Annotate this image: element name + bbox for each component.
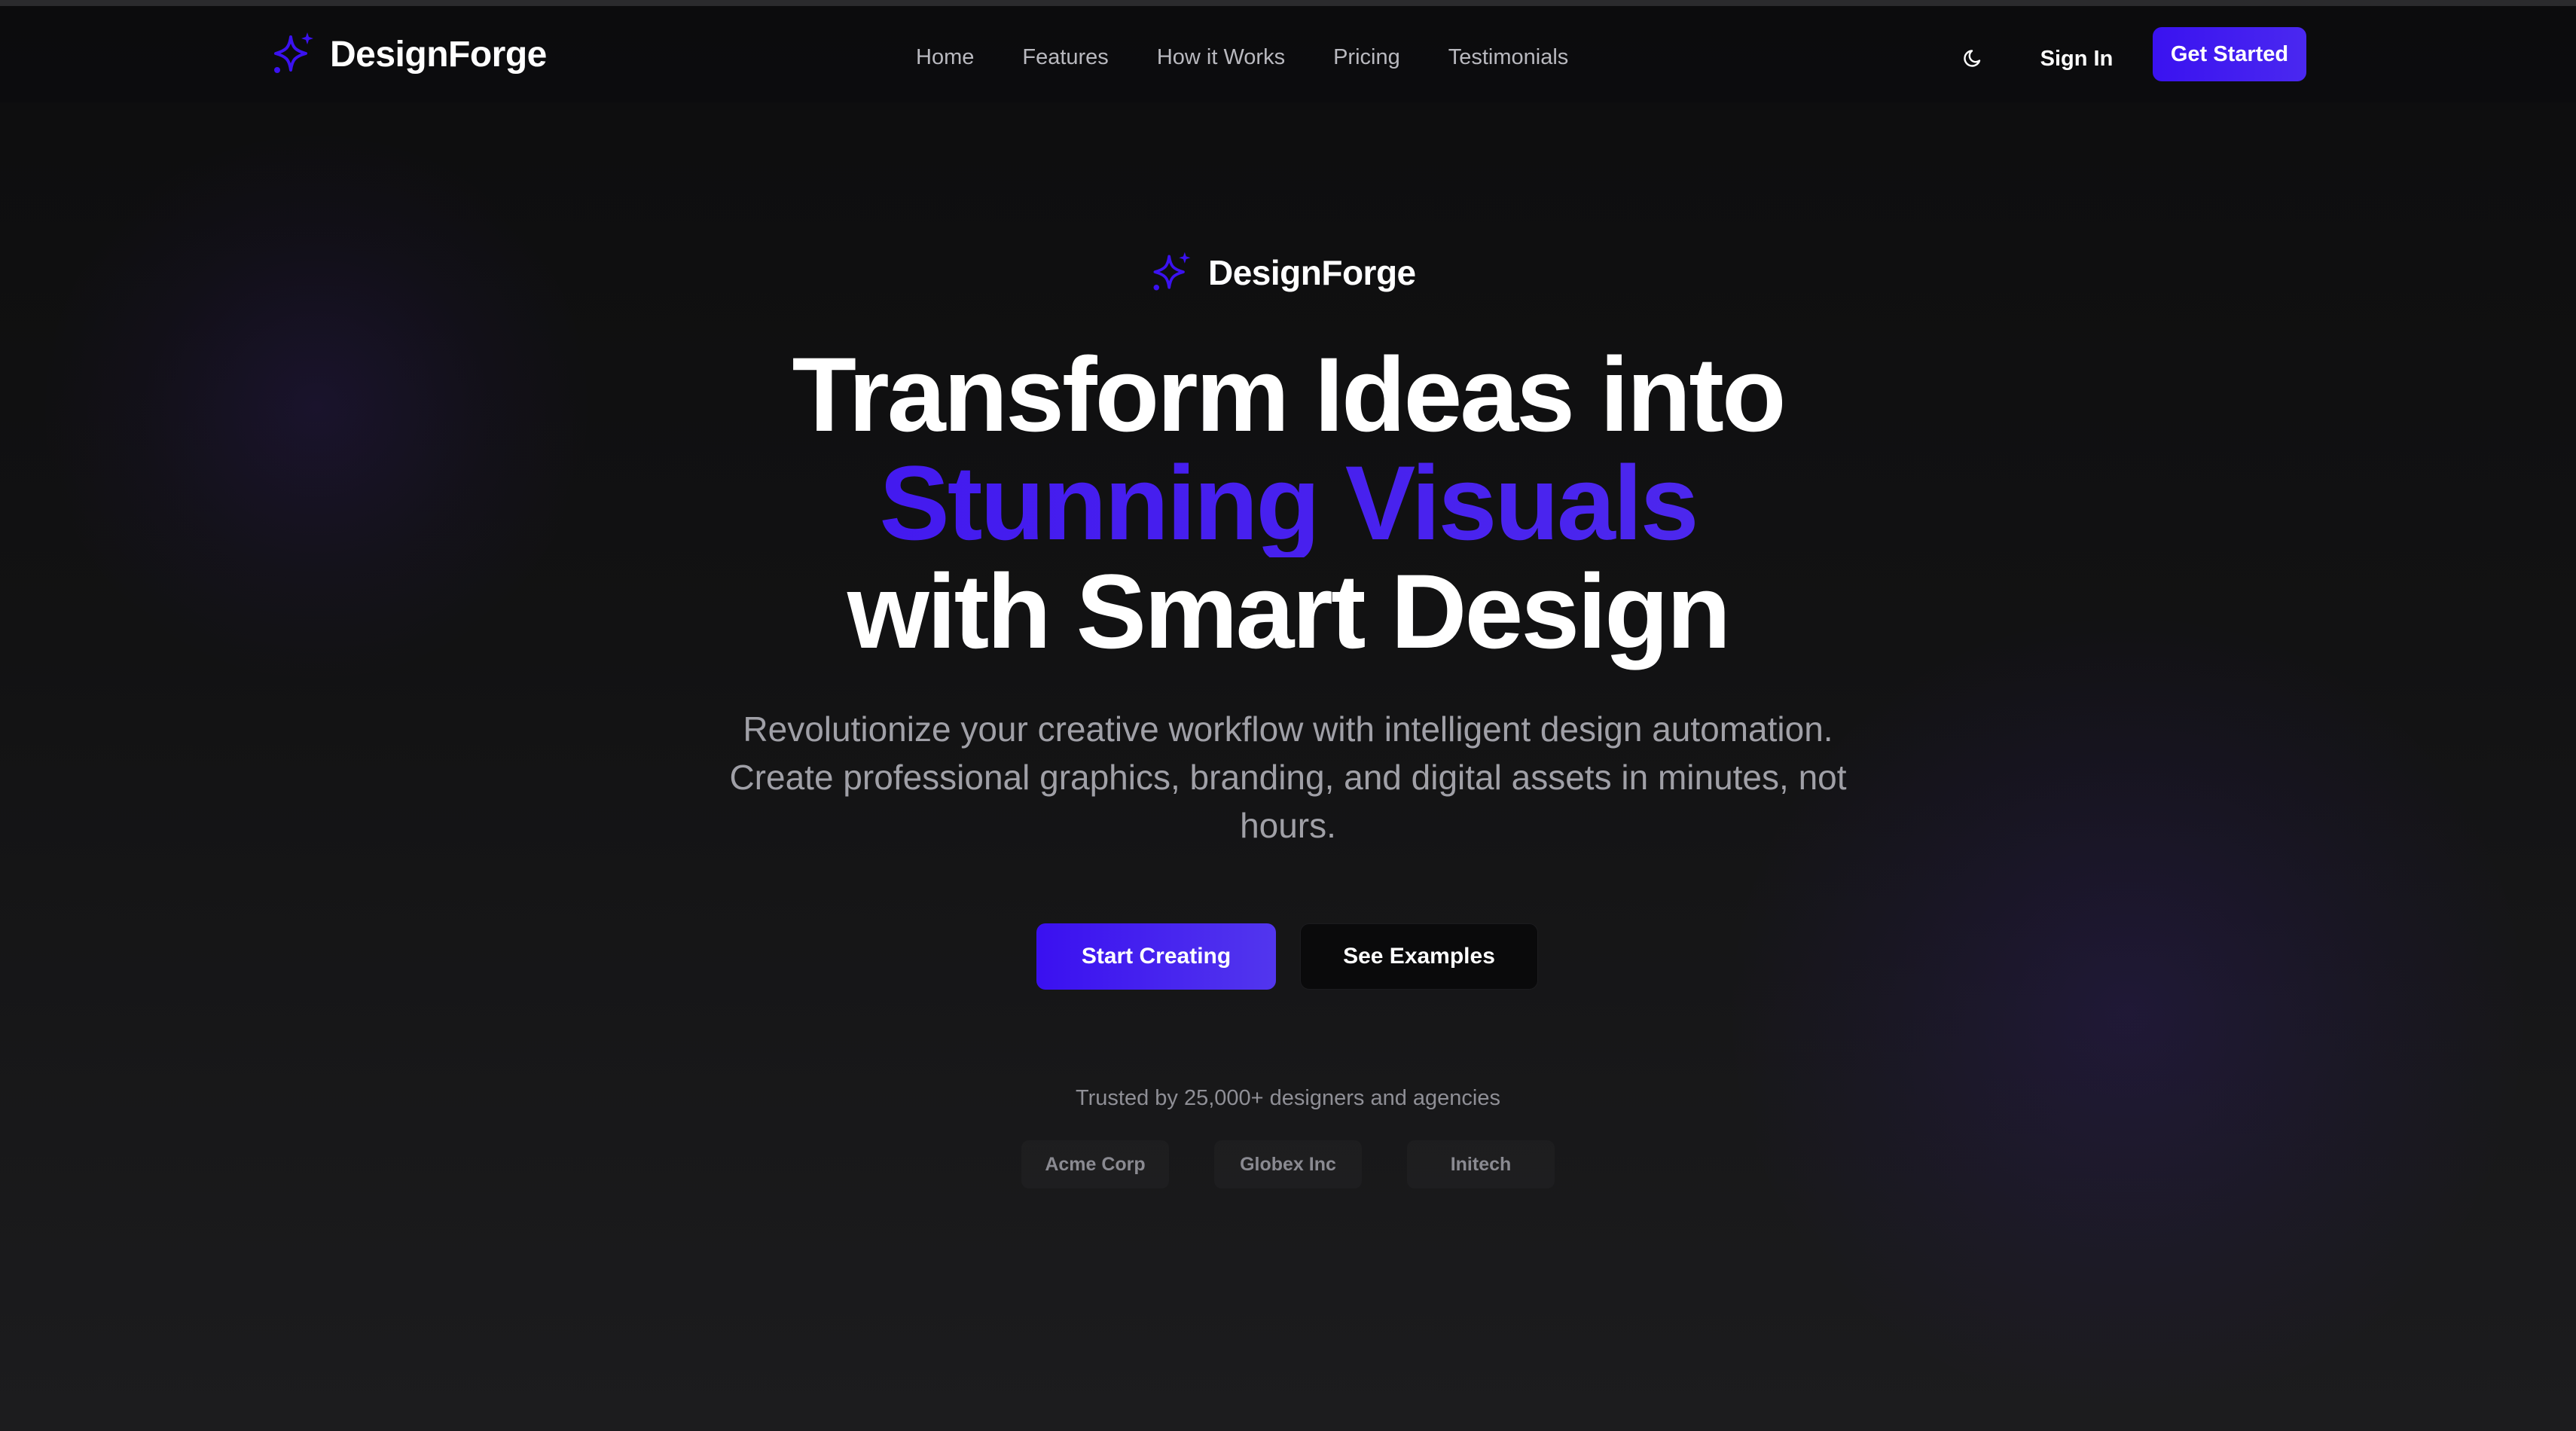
nav-link-how-it-works[interactable]: How it Works xyxy=(1157,45,1285,70)
navbar: DesignForge Home Features How it Works P… xyxy=(0,6,2576,102)
sparkle-icon xyxy=(1153,252,1191,291)
nav-link-home[interactable]: Home xyxy=(916,45,974,70)
hero-brand: DesignForge xyxy=(1148,247,1416,298)
brand-name: DesignForge xyxy=(330,34,547,75)
hero-headline: Transform Ideas into Stunning Visuals wi… xyxy=(0,340,2576,666)
nav-link-testimonials[interactable]: Testimonials xyxy=(1448,45,1569,70)
trusted-by-text: Trusted by 25,000+ designers and agencie… xyxy=(1076,1086,1500,1110)
nav-link-pricing[interactable]: Pricing xyxy=(1333,45,1400,70)
client-logo-initech: Initech xyxy=(1407,1140,1555,1188)
client-logo-acme-corp: Acme Corp xyxy=(1021,1140,1169,1188)
theme-toggle-button[interactable] xyxy=(1955,39,1993,77)
get-started-button[interactable]: Get Started xyxy=(2153,27,2306,81)
start-creating-button[interactable]: Start Creating xyxy=(1036,923,1276,990)
client-logo-globex-inc: Globex Inc xyxy=(1214,1140,1362,1188)
headline-line-1: Transform Ideas into xyxy=(792,335,1787,453)
headline-accent: Stunning Visuals xyxy=(0,449,2576,557)
sign-in-button[interactable]: Sign In xyxy=(2026,30,2127,87)
moon-icon xyxy=(1964,50,1981,67)
hero-brand-name: DesignForge xyxy=(1208,253,1416,292)
window-top-border xyxy=(0,0,2576,6)
landing-page: DesignForge Home Features How it Works P… xyxy=(0,0,2576,1431)
hero-subtext: Revolutionize your creative workflow wit… xyxy=(729,709,1847,845)
see-examples-button[interactable]: See Examples xyxy=(1300,923,1538,990)
nav-links: Home Features How it Works Pricing Testi… xyxy=(916,36,1568,78)
client-logos: Acme Corp Globex Inc Initech xyxy=(1021,1140,1555,1188)
brand-logo[interactable]: DesignForge xyxy=(268,27,547,81)
sparkle-icon xyxy=(274,32,313,73)
headline-line-3: with Smart Design xyxy=(847,552,1731,670)
nav-link-features[interactable]: Features xyxy=(1022,45,1108,70)
